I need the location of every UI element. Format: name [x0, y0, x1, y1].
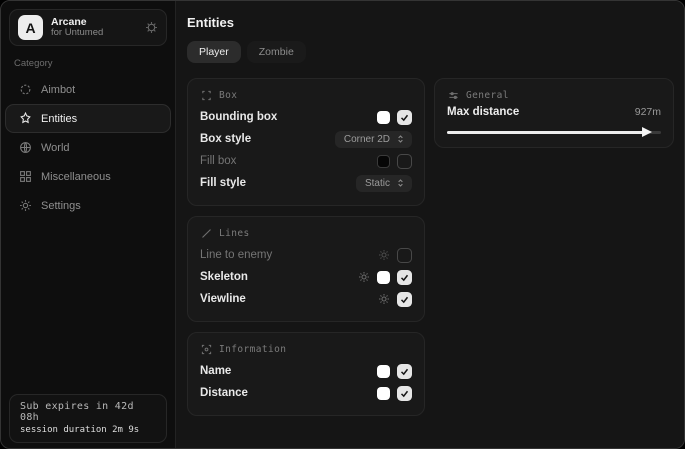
sidebar-item-settings[interactable]: Settings — [5, 191, 171, 220]
setting-row-distance: Distance — [200, 382, 412, 404]
bounding-box-checkbox[interactable] — [397, 110, 412, 125]
gear-icon[interactable] — [378, 249, 390, 261]
main-content: Entities Player Zombie Box Bounding box — [176, 1, 684, 448]
sidebar-item-label: World — [41, 142, 70, 154]
information-section-card: Information Name Distance — [187, 332, 425, 416]
general-section-card: General Max distance 927m — [434, 78, 674, 148]
app-logo: A — [18, 15, 43, 40]
setting-row-max-distance: Max distance 927m — [447, 106, 661, 118]
distance-checkbox[interactable] — [397, 386, 412, 401]
checkmark-icon — [400, 389, 409, 398]
gear-icon — [19, 199, 32, 212]
color-swatch[interactable] — [377, 111, 390, 124]
sidebar-item-label: Entities — [41, 113, 77, 125]
tab-bar: Player Zombie — [187, 41, 684, 63]
subscription-status: Sub expires in 42d 08h session duration … — [9, 394, 167, 443]
section-title: Information — [219, 344, 286, 355]
sidebar: A Arcane for Untumed Category Aimbot — [1, 1, 176, 448]
setting-row-line-to-enemy: Line to enemy — [200, 244, 412, 266]
color-swatch[interactable] — [377, 387, 390, 400]
chevron-up-down-icon — [396, 178, 405, 188]
section-title: Lines — [219, 228, 250, 239]
category-label: Category — [14, 58, 175, 69]
chevron-up-down-icon — [396, 134, 405, 144]
page-title: Entities — [187, 15, 684, 30]
sidebar-item-aimbot[interactable]: Aimbot — [5, 75, 171, 104]
tab-zombie[interactable]: Zombie — [247, 41, 306, 63]
entities-icon — [19, 112, 32, 125]
gear-icon[interactable] — [145, 21, 158, 34]
checkmark-icon — [400, 295, 409, 304]
info-scan-icon — [201, 344, 212, 355]
max-distance-slider[interactable] — [447, 128, 661, 136]
sidebar-item-miscellaneous[interactable]: Miscellaneous — [5, 162, 171, 191]
color-swatch[interactable] — [377, 365, 390, 378]
lines-section-card: Lines Line to enemy Skeleton — [187, 216, 425, 322]
setting-row-bounding-box: Bounding box — [200, 106, 412, 128]
bounding-box-icon — [201, 90, 212, 101]
slider-fill — [447, 131, 646, 134]
checkmark-icon — [400, 113, 409, 122]
gear-icon[interactable] — [378, 293, 390, 305]
sidebar-item-label: Settings — [41, 200, 81, 212]
box-style-select[interactable]: Corner 2D — [335, 131, 412, 148]
gear-icon[interactable] — [358, 271, 370, 283]
session-duration-text: session duration 2m 9s — [20, 425, 156, 435]
setting-row-skeleton: Skeleton — [200, 266, 412, 288]
fill-box-checkbox[interactable] — [397, 154, 412, 169]
brand-card: A Arcane for Untumed — [9, 9, 167, 46]
crosshair-icon — [19, 83, 32, 96]
section-title: General — [466, 90, 509, 101]
color-swatch[interactable] — [377, 155, 390, 168]
app-window: A Arcane for Untumed Category Aimbot — [0, 0, 685, 449]
setting-row-viewline: Viewline — [200, 288, 412, 310]
max-distance-value: 927m — [635, 106, 661, 118]
section-title: Box — [219, 90, 237, 101]
sidebar-item-label: Miscellaneous — [41, 171, 111, 183]
diagonal-line-icon — [201, 228, 212, 239]
viewline-checkbox[interactable] — [397, 292, 412, 307]
slider-thumb[interactable] — [642, 127, 652, 137]
grid-icon — [19, 170, 32, 183]
name-checkbox[interactable] — [397, 364, 412, 379]
color-swatch[interactable] — [377, 271, 390, 284]
sidebar-nav: Aimbot Entities World Miscellaneous — [1, 75, 175, 220]
setting-row-fill-style: Fill style Static — [200, 172, 412, 194]
setting-row-box-style: Box style Corner 2D — [200, 128, 412, 150]
sub-expiry-text: Sub expires in 42d 08h — [20, 401, 156, 423]
fill-style-select[interactable]: Static — [356, 175, 412, 192]
line-to-enemy-checkbox[interactable] — [397, 248, 412, 263]
skeleton-checkbox[interactable] — [397, 270, 412, 285]
sidebar-item-world[interactable]: World — [5, 133, 171, 162]
setting-row-name: Name — [200, 360, 412, 382]
sliders-icon — [448, 90, 459, 101]
tab-player[interactable]: Player — [187, 41, 241, 63]
checkmark-icon — [400, 367, 409, 376]
sidebar-item-label: Aimbot — [41, 84, 75, 96]
sidebar-item-entities[interactable]: Entities — [5, 104, 171, 133]
checkmark-icon — [400, 273, 409, 282]
globe-icon — [19, 141, 32, 154]
setting-row-fill-box: Fill box — [200, 150, 412, 172]
app-subtitle: for Untumed — [51, 28, 137, 39]
box-section-card: Box Bounding box Box style — [187, 78, 425, 206]
